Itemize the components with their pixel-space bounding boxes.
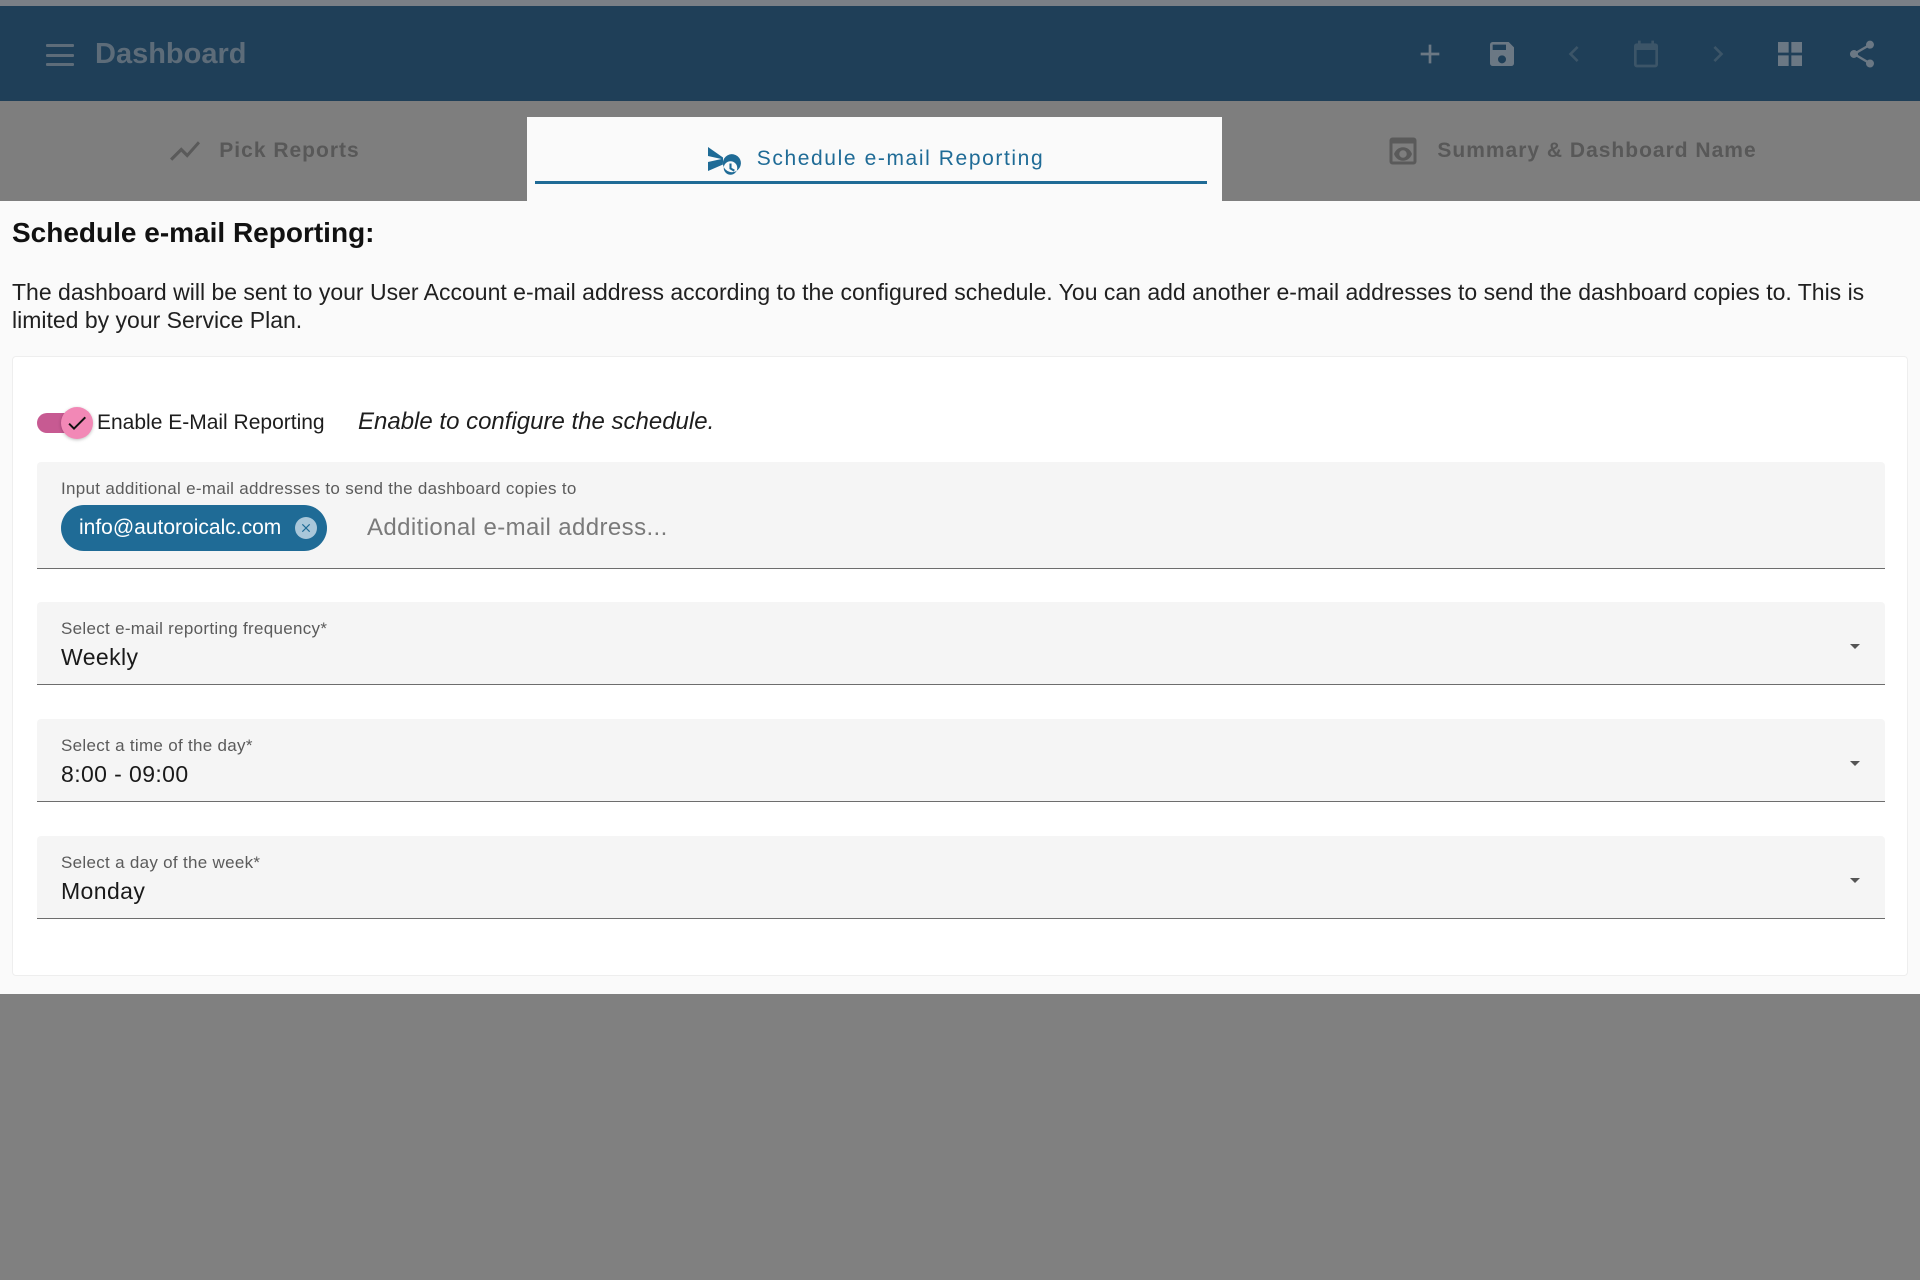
- section-description: The dashboard will be sent to your User …: [12, 279, 1865, 333]
- check-icon: [68, 416, 86, 430]
- tab-label: Summary & Dashboard Name: [1437, 139, 1757, 162]
- chart-line-icon: [170, 141, 201, 161]
- close-icon[interactable]: [295, 517, 318, 539]
- field-label: Select a day of the week*: [61, 853, 261, 872]
- field-label: Input additional e-mail addresses to sen…: [61, 479, 577, 498]
- day-of-week-select[interactable]: Select a day of the week* Monday: [37, 836, 1885, 919]
- field-label: Select e-mail reporting frequency*: [61, 619, 328, 638]
- step-tabs: Pick Reports Schedule e-mail Reporting S…: [0, 101, 1920, 201]
- chevron-left-icon[interactable]: [1556, 36, 1592, 72]
- tab-summary-dashboard-name[interactable]: Summary & Dashboard Name: [1222, 101, 1920, 201]
- grid-icon[interactable]: [1772, 36, 1808, 72]
- modal-backdrop[interactable]: [0, 994, 1920, 1280]
- field-value: Monday: [61, 878, 146, 904]
- additional-emails-field[interactable]: Input additional e-mail addresses to sen…: [37, 462, 1885, 569]
- app-title: Dashboard: [95, 38, 247, 70]
- send-clock-icon: [707, 147, 741, 175]
- dropdown-arrow-icon[interactable]: [1843, 634, 1867, 658]
- tab-pick-reports[interactable]: Pick Reports: [0, 101, 527, 201]
- schedule-panel: Schedule e-mail Reporting: The dashboard…: [0, 201, 1920, 994]
- field-label: Select a time of the day*: [61, 736, 253, 755]
- add-icon[interactable]: [1412, 36, 1448, 72]
- tab-schedule-email-reporting[interactable]: Schedule e-mail Reporting: [527, 117, 1222, 201]
- app-bar: Dashboard: [0, 6, 1920, 101]
- save-icon[interactable]: [1484, 36, 1520, 72]
- dropdown-arrow-icon[interactable]: [1843, 868, 1867, 892]
- email-chip: info@autoroicalc.com: [61, 505, 328, 551]
- enable-email-reporting-toggle[interactable]: [37, 407, 93, 439]
- toggle-label: Enable E-Mail Reporting: [97, 411, 325, 434]
- page-title: Schedule e-mail Reporting:: [12, 217, 375, 248]
- email-input[interactable]: [367, 510, 1267, 546]
- menu-icon[interactable]: [46, 44, 74, 66]
- toggle-hint: Enable to configure the schedule.: [358, 408, 715, 435]
- calendar-icon[interactable]: [1628, 36, 1664, 72]
- tab-label: Schedule e-mail Reporting: [756, 147, 1045, 170]
- dropdown-arrow-icon[interactable]: [1843, 751, 1867, 775]
- email-chip-label: info@autoroicalc.com: [79, 516, 282, 539]
- tab-label: Pick Reports: [219, 139, 360, 162]
- schedule-card: Enable E-Mail Reporting Enable to config…: [12, 356, 1908, 976]
- chevron-right-icon[interactable]: [1700, 36, 1736, 72]
- frequency-select[interactable]: Select e-mail reporting frequency* Weekl…: [37, 602, 1885, 685]
- field-value: Weekly: [61, 644, 139, 670]
- field-value: 8:00 - 09:00: [61, 761, 189, 787]
- preview-icon: [1389, 137, 1417, 165]
- active-tab-indicator: [535, 181, 1207, 184]
- share-icon[interactable]: [1844, 36, 1880, 72]
- toggle-thumb: [61, 407, 93, 439]
- time-of-day-select[interactable]: Select a time of the day* 8:00 - 09:00: [37, 719, 1885, 802]
- toolbar: [1412, 36, 1880, 72]
